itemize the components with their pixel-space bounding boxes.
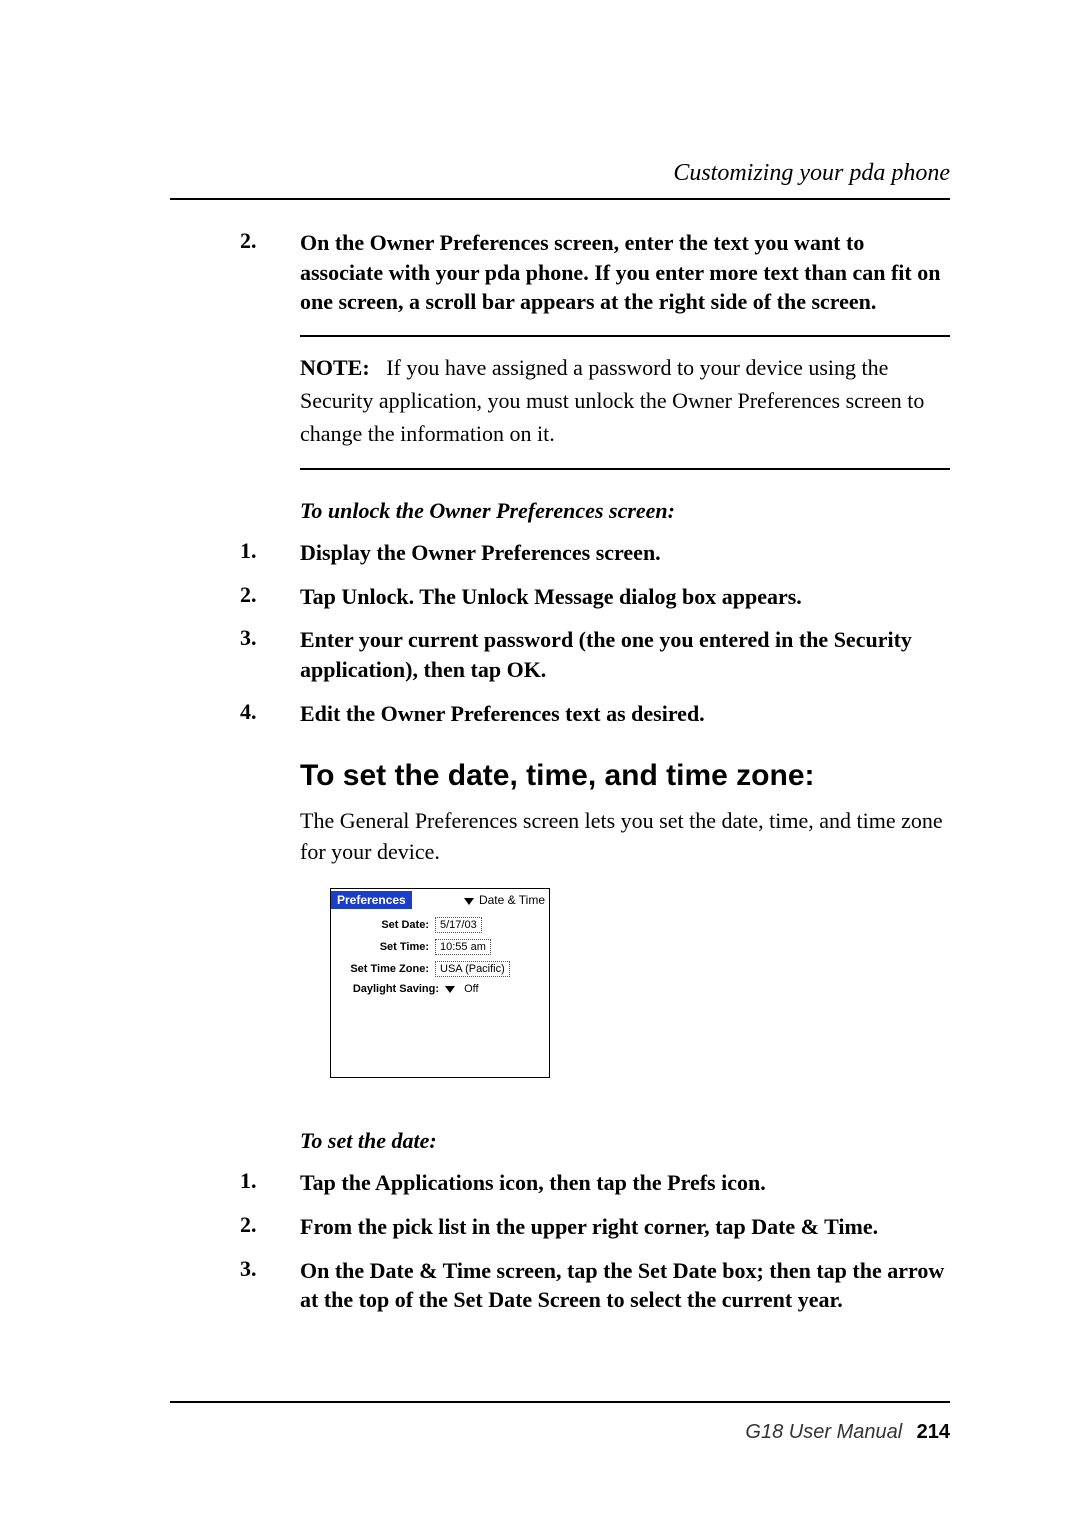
setdate-step-3: 3. On the Date & Time screen, tap the Se…: [300, 1256, 950, 1315]
dropdown-triangle-icon: [445, 986, 455, 993]
unlock-heading: To unlock the Owner Preferences screen:: [300, 498, 950, 524]
unlock-step-3: 3. Enter your current password (the one …: [300, 625, 950, 684]
daylight-saving-value: Off: [460, 982, 482, 996]
step-number: 2.: [240, 582, 280, 608]
step-text: Enter your current password (the one you…: [300, 625, 950, 684]
unlock-step-1: 1. Display the Owner Preferences screen.: [300, 538, 950, 568]
step-number: 1.: [240, 1168, 280, 1194]
page-content: 2. On the Owner Preferences screen, ente…: [300, 228, 950, 1329]
owner-prefs-step-2: 2. On the Owner Preferences screen, ente…: [300, 228, 950, 317]
manual-name: G18 User Manual: [745, 1421, 902, 1443]
page-footer: G18 User Manual 214: [170, 1401, 950, 1444]
datetime-section-title: To set the date, time, and time zone:: [300, 759, 950, 793]
setdate-step-1: 1. Tap the Applications icon, then tap t…: [300, 1168, 950, 1198]
set-date-row: Set Date: 5/17/03: [331, 917, 549, 933]
screenshot-app-title: Preferences: [331, 891, 412, 909]
set-time-value[interactable]: 10:55 am: [435, 939, 491, 955]
note-box: NOTE: If you have assigned a password to…: [300, 335, 950, 470]
unlock-step-2: 2. Tap Unlock. The Unlock Message dialog…: [300, 582, 950, 612]
preferences-screenshot: Preferences Date & Time Set Date: 5/17/0…: [330, 888, 550, 1078]
set-time-label: Set Time:: [335, 941, 435, 953]
note-body: If you have assigned a password to your …: [300, 355, 924, 446]
note-label: NOTE:: [300, 355, 370, 380]
manual-page: Customizing your pda phone 2. On the Own…: [0, 0, 1080, 1528]
set-date-value[interactable]: 5/17/03: [435, 917, 482, 933]
step-text: Display the Owner Preferences screen.: [300, 538, 950, 568]
step-number: 2.: [240, 228, 280, 254]
step-number: 1.: [240, 538, 280, 564]
set-timezone-row: Set Time Zone: USA (Pacific): [331, 961, 549, 977]
step-text: On the Owner Preferences screen, enter t…: [300, 228, 950, 317]
page-number: 214: [917, 1421, 950, 1443]
step-text: Edit the Owner Preferences text as desir…: [300, 699, 950, 729]
set-timezone-label: Set Time Zone:: [335, 963, 435, 975]
set-time-row: Set Time: 10:55 am: [331, 939, 549, 955]
set-timezone-value[interactable]: USA (Pacific): [435, 961, 510, 977]
setdate-step-2: 2. From the pick list in the upper right…: [300, 1212, 950, 1242]
unlock-step-4: 4. Edit the Owner Preferences text as de…: [300, 699, 950, 729]
page-header-title: Customizing your pda phone: [673, 160, 950, 187]
header-rule: [170, 198, 950, 200]
step-text: On the Date & Time screen, tap the Set D…: [300, 1256, 950, 1315]
note-text: NOTE: If you have assigned a password to…: [300, 351, 950, 450]
step-text: Tap the Applications icon, then tap the …: [300, 1168, 950, 1198]
step-number: 3.: [240, 1256, 280, 1282]
step-number: 3.: [240, 625, 280, 651]
setdate-heading: To set the date:: [300, 1128, 950, 1154]
screenshot-category-dropdown[interactable]: Date & Time: [412, 893, 549, 907]
step-number: 4.: [240, 699, 280, 725]
daylight-saving-label: Daylight Saving:: [335, 983, 445, 995]
step-number: 2.: [240, 1212, 280, 1238]
daylight-saving-dropdown[interactable]: Off: [445, 983, 483, 995]
dropdown-triangle-icon: [464, 898, 474, 905]
daylight-saving-row: Daylight Saving: Off: [331, 983, 549, 995]
step-text: From the pick list in the upper right co…: [300, 1212, 950, 1242]
set-date-label: Set Date:: [335, 919, 435, 931]
screenshot-header: Preferences Date & Time: [331, 889, 549, 911]
step-text: Tap Unlock. The Unlock Message dialog bo…: [300, 582, 950, 612]
datetime-intro: The General Preferences screen lets you …: [300, 805, 950, 869]
dropdown-value: Date & Time: [479, 893, 545, 907]
